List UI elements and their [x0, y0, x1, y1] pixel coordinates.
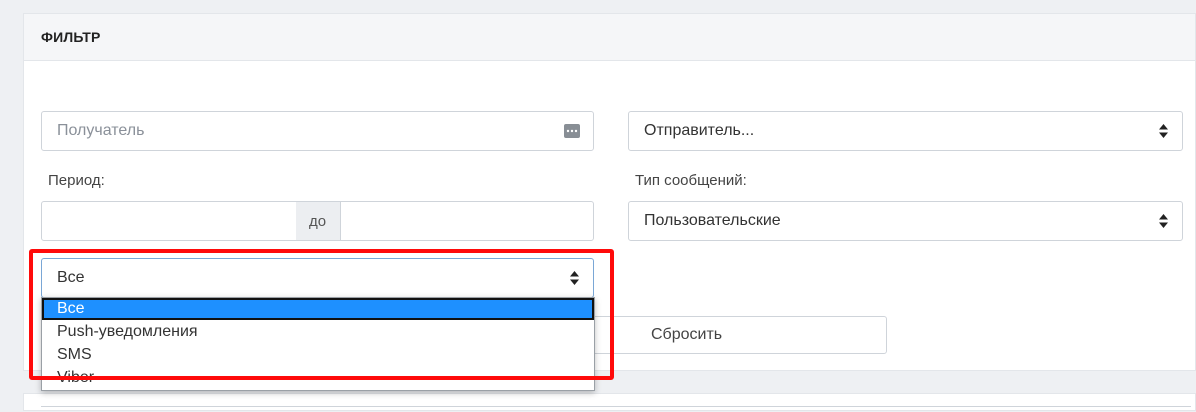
- message-type-select[interactable]: Пользовательские: [628, 201, 1183, 241]
- channel-value: Все: [57, 269, 85, 286]
- reset-button-label: Сбросить: [651, 326, 723, 343]
- filter-panel-header: ФИЛЬТР: [24, 14, 1195, 61]
- message-type-label: Тип сообщений:: [635, 172, 747, 189]
- recipient-placeholder: Получатель: [57, 122, 145, 139]
- message-type-value: Пользовательские: [644, 212, 781, 229]
- channel-options-list[interactable]: Все Push-уведомления SMS Viber: [41, 297, 595, 391]
- period-to-label: до: [309, 213, 327, 230]
- option-viber[interactable]: Viber: [42, 367, 594, 389]
- option-push[interactable]: Push-уведомления: [42, 321, 594, 343]
- sender-value: Отправитель...: [644, 122, 755, 139]
- channel-select[interactable]: Все: [41, 258, 594, 298]
- period-from-input[interactable]: [41, 201, 297, 241]
- reset-button[interactable]: Сбросить: [590, 316, 887, 354]
- period-label: Период:: [48, 172, 105, 189]
- sort-arrows-icon: [1159, 214, 1168, 228]
- option-sms[interactable]: SMS: [42, 344, 594, 366]
- results-panel: [23, 393, 1196, 411]
- filter-title: ФИЛЬТР: [41, 29, 101, 45]
- results-panel-divider: [41, 406, 1191, 412]
- sort-arrows-icon: [1159, 124, 1168, 138]
- contact-card-icon[interactable]: [564, 124, 580, 138]
- sender-select[interactable]: Отправитель...: [628, 111, 1183, 151]
- period-to-addon: до: [296, 201, 341, 241]
- period-to-input[interactable]: [340, 201, 594, 241]
- sort-arrows-icon: [570, 271, 579, 285]
- recipient-input[interactable]: Получатель: [41, 111, 594, 151]
- option-all[interactable]: Все: [42, 298, 594, 320]
